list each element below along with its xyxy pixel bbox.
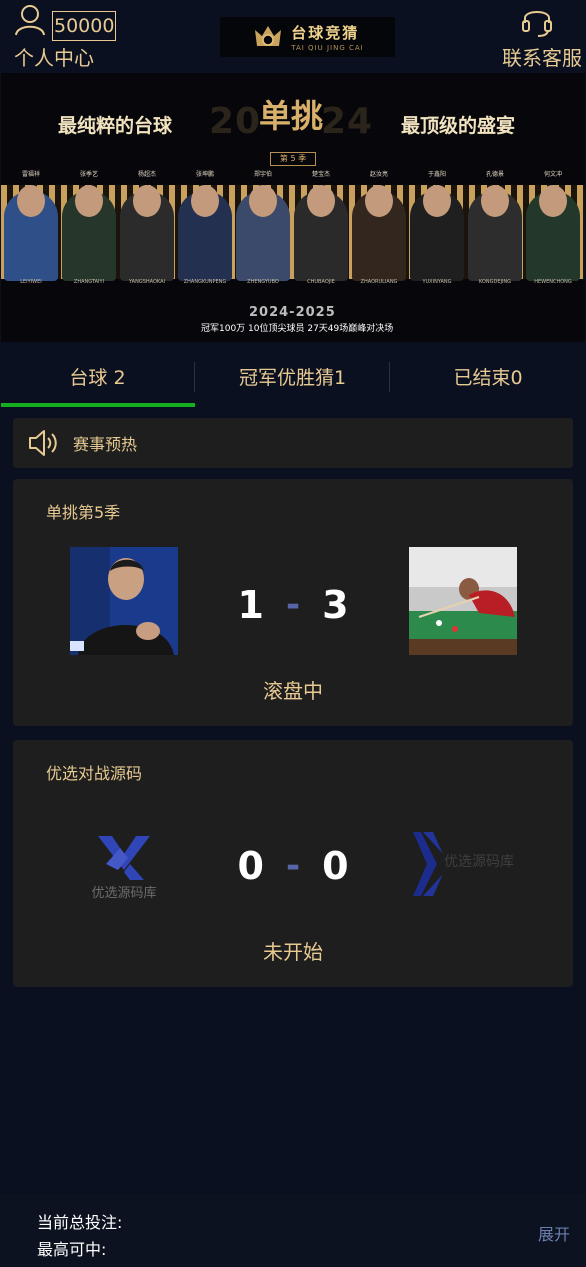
- player-name-en: HEWENCHONG: [534, 279, 572, 285]
- tab-champion-guess[interactable]: 冠军优胜猜1: [195, 345, 390, 407]
- player-name: 雷福祥: [21, 171, 40, 178]
- player-name-en: KONGDEJING: [478, 279, 512, 285]
- score-display: 0 - 0: [193, 844, 393, 888]
- player-name: 孔德景: [485, 171, 504, 178]
- player-figure: [178, 185, 232, 281]
- headset-icon[interactable]: [520, 4, 554, 38]
- speaker-icon: [29, 430, 57, 456]
- header: 50000 个人中心 台球竞猜 TAI QIU JING CAI 联系客服: [0, 0, 586, 72]
- away-logo-text: 优选源码库: [444, 854, 514, 870]
- player-name-en: ZHENGYUBO: [247, 279, 279, 285]
- notice-text: 赛事预热: [73, 435, 138, 454]
- tab-billiards[interactable]: 台球 2: [0, 345, 195, 407]
- player-head: [17, 185, 45, 217]
- home-score: 1: [237, 583, 264, 627]
- player-name-en: LEIYIWEI: [20, 279, 42, 285]
- player-name-en: ZHAORULIANG: [360, 279, 398, 285]
- player-figure: [410, 185, 464, 281]
- player-name-en: ZHANGKUNPENG: [183, 279, 227, 285]
- user-icon[interactable]: [14, 4, 46, 36]
- notice-bar[interactable]: 赛事预热: [13, 418, 573, 468]
- away-team-image: [409, 547, 517, 655]
- banner-slogan-right: 最顶级的盛宴: [401, 115, 516, 137]
- away-team-logo: 优选源码库: [409, 808, 517, 916]
- home-team-logo: 优选源码库: [70, 808, 178, 916]
- league-name: 优选对战源码: [46, 764, 143, 783]
- player-head: [191, 185, 219, 217]
- category-tabs: 台球 2 冠军优胜猜1 已结束0: [0, 345, 586, 407]
- match-status: 未开始: [263, 940, 323, 964]
- player-figure: [62, 185, 116, 281]
- player-head: [539, 185, 567, 217]
- player-figure: [120, 185, 174, 281]
- site-logo: 台球竞猜 TAI QIU JING CAI: [220, 17, 395, 57]
- match-card[interactable]: 单挑第5季 1 - 3 滚盘中: [13, 479, 573, 726]
- match-status: 滚盘中: [263, 679, 323, 703]
- home-team-image: [70, 547, 178, 655]
- balance-display: 50000: [52, 11, 117, 41]
- home-logo-text: 优选源码库: [91, 885, 156, 901]
- player-figure: [526, 185, 580, 281]
- tab-label: 已结束0: [453, 366, 523, 389]
- player-name: 何文冲: [543, 171, 562, 178]
- total-bet-label: 当前总投注:: [37, 1213, 123, 1232]
- banner-info: 冠军100万 10位顶尖球员 27天49场巅峰对决场: [201, 324, 394, 334]
- tab-label: 冠军优胜猜1: [238, 366, 347, 389]
- away-score: 0: [322, 844, 349, 888]
- player-name: 杨超杰: [137, 171, 156, 178]
- logo-title: 台球竞猜: [291, 24, 360, 42]
- tab-finished[interactable]: 已结束0: [390, 345, 586, 407]
- logo-emblem-icon: [255, 26, 282, 46]
- player-head: [423, 185, 451, 217]
- banner-brand: 单挑: [259, 97, 324, 135]
- player-head: [75, 185, 103, 217]
- max-win-label: 最高可中:: [37, 1240, 107, 1259]
- logo-subtitle: TAI QIU JING CAI: [291, 44, 364, 52]
- tab-label: 台球 2: [69, 366, 126, 389]
- player-name-en: ZHANGTAIYI: [73, 279, 105, 285]
- player-figure: [352, 185, 406, 281]
- player-figure: [294, 185, 348, 281]
- banner-year-left: 20: [209, 101, 262, 142]
- player-head: [481, 185, 509, 217]
- expand-button[interactable]: 展开: [538, 1221, 570, 1245]
- score-display: 1 - 3: [193, 583, 393, 627]
- away-score: 3: [322, 583, 349, 627]
- user-center-link[interactable]: 个人中心: [14, 42, 94, 71]
- player-head: [365, 185, 393, 217]
- score-separator: -: [285, 846, 301, 886]
- player-name: 于鑫阳: [427, 171, 446, 178]
- player-name-en: YUXINYANG: [422, 279, 452, 285]
- banner-year-right: 24: [321, 101, 374, 142]
- home-score: 0: [237, 844, 264, 888]
- score-separator: -: [285, 585, 301, 625]
- player-head: [249, 185, 277, 217]
- bet-summary-footer: 当前总投注: 最高可中: 展开: [0, 1194, 586, 1267]
- banner-dates: 2024-2025: [249, 305, 336, 320]
- player-name: 张季艺: [79, 171, 98, 178]
- banner-slogan-left: 最纯粹的台球: [58, 115, 173, 137]
- player-name: 楚宝杰: [311, 171, 330, 178]
- match-card[interactable]: 优选对战源码 优选源码库 0 - 0 优选源码库 未开始: [13, 740, 573, 987]
- league-name: 单挑第5季: [46, 503, 121, 522]
- player-figure: [4, 185, 58, 281]
- player-figure: [236, 185, 290, 281]
- player-name: 赵汝亮: [369, 171, 388, 178]
- contact-service-link[interactable]: 联系客服: [502, 42, 582, 71]
- active-tab-indicator: [1, 403, 195, 407]
- banner-season: 第 5 季: [270, 152, 316, 166]
- player-name-en: YANGSHAOKAI: [129, 279, 165, 285]
- banner-players: 雷福祥 LEIYIWEI 张季艺 ZHANGTAIYI 杨超杰 YANGSHAOKAI 张坤…: [1, 169, 585, 285]
- player-figure: [468, 185, 522, 281]
- player-head: [133, 185, 161, 217]
- player-name: 郑宇伯: [253, 171, 272, 178]
- player-name-en: CHUBAOJIE: [307, 279, 335, 285]
- player-head: [307, 185, 335, 217]
- player-name: 张坤鹏: [195, 171, 214, 178]
- promo-banner[interactable]: 最纯粹的台球 20 单挑 24 最顶级的盛宴 第 5 季 雷福祥 LEIYIWEI…: [1, 73, 585, 342]
